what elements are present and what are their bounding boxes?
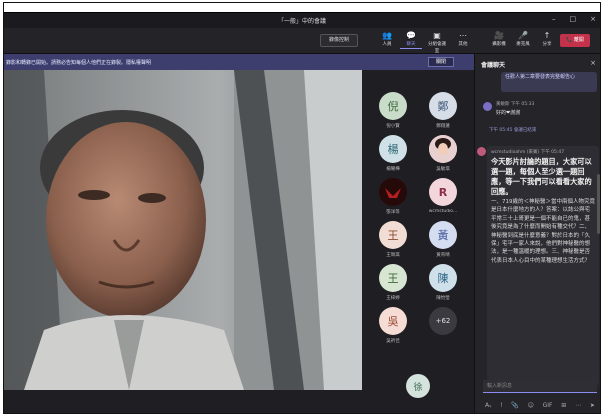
message-input[interactable]: 輸入新訊息 <box>483 380 597 393</box>
sticker-icon[interactable]: ⊞ <box>561 402 566 409</box>
avatar: 王 <box>379 221 407 249</box>
participant-tile[interactable]: 王 王梓婷 <box>368 264 418 301</box>
message-sender: wcmstudioahm (來賓) 下午 05:47 <box>491 150 565 155</box>
maximize-icon[interactable]: □ <box>570 15 577 23</box>
participant-tile[interactable]: 吳敏琪 <box>418 135 468 172</box>
camera-icon: 🎥 <box>494 31 504 40</box>
more-participants-tile[interactable]: +62 <box>418 307 468 335</box>
participant-name: 吳敏琪 <box>436 167 450 172</box>
gif-icon[interactable]: GIF <box>543 402 553 409</box>
recording-control-button[interactable]: 錄像控制 <box>320 34 358 47</box>
participant-name: 王梓婷 <box>386 296 400 301</box>
banner-close-button[interactable]: 關閉 <box>428 57 454 67</box>
meeting-chat-panel: 會議聊天 × 任歡人第二章要發表完整報告心 黃敏斯 下午 05:33 好的❤謝謝… <box>474 54 600 413</box>
participant-name: 吳祈佳 <box>386 339 400 344</box>
share-icon: ↑ <box>543 31 551 40</box>
mask-photo-icon <box>379 178 407 206</box>
breakout-rooms-button[interactable]: ▣ 分組會議室 <box>426 31 448 55</box>
avatar-photo <box>379 178 407 206</box>
message-card: wcmstudioahm (來賓) 下午 05:47 今天影片討論的題目，大家可… <box>487 146 599 386</box>
breakout-icon: ▣ <box>433 31 441 40</box>
priority-icon[interactable]: ! <box>500 402 502 409</box>
chat-scrollbar[interactable] <box>597 174 600 234</box>
sender-avatar <box>477 147 486 156</box>
participant-tile[interactable]: R wcmstudio... <box>418 178 468 214</box>
meeting-toolbar: 錄像控制 👥 人員 💬 聊天 ▣ 分組會議室 ⋯ 其他 🎥 攝影機 🎤 麥克風 ↑ 分享 📞 … <box>4 28 600 54</box>
composer-toolbar: Aᵧ ! 📎 ☺ GIF ⊞ ⋯ ➤ <box>485 402 595 409</box>
person-photo-icon <box>429 135 457 163</box>
teams-meeting-window: 「一般」中的會議 – □ × 錄像控制 👥 人員 💬 聊天 ▣ 分組會議室 ⋯ 其他 🎥… <box>3 2 601 414</box>
participant-gallery: 倪 倪小賢 鄭 鄭翔蓮 楊 楊曜樺 吳敏琪 張洋等 R wcmstudio... <box>362 70 474 413</box>
message-text: 好的❤謝謝 <box>496 110 521 116</box>
chat-button[interactable]: 💬 聊天 <box>400 31 422 49</box>
participant-name: 陳怡瑩 <box>436 296 450 301</box>
recording-banner: 錄影和轉錄已開始。請務必告知每個人他們正在錄製。隱私權聲明 關閉 <box>4 54 474 70</box>
chat-icon: 💬 <box>406 31 416 40</box>
system-note: 下午 05:45 會議已結束 <box>489 128 537 133</box>
close-chat-icon[interactable]: × <box>590 59 596 67</box>
participant-tile[interactable]: 張洋等 <box>368 178 418 215</box>
avatar: 倪 <box>379 92 407 120</box>
participant-name: 倪小賢 <box>386 124 400 129</box>
share-button[interactable]: ↑ 分享 <box>536 31 558 48</box>
window-controls: – □ × <box>552 15 596 23</box>
participant-name: 張洋等 <box>386 210 400 215</box>
banner-text: 錄影和轉錄已開始。請務必告知每個人他們正在錄製。隱私權聲明 <box>6 59 152 66</box>
avatar: R <box>429 178 457 206</box>
format-icon[interactable]: Aᵧ <box>485 402 491 409</box>
people-button[interactable]: 👥 人員 <box>376 31 398 48</box>
message-highlight-text: 今天影片討論的題目，大家可以選一題，每個人至少選一題回應，等一下我們可以看看大家… <box>491 157 592 196</box>
top-margin <box>4 3 600 13</box>
more-options-icon[interactable]: ⋯ <box>575 402 581 409</box>
avatar: 徐 <box>406 374 430 398</box>
message-body-text: 一、719歲的＜神秘醫＞當中兩個人物究竟是日本什麼地方的人？答案：以誌公與宅平常… <box>491 199 595 264</box>
close-window-icon[interactable]: × <box>590 15 596 23</box>
participant-tile[interactable]: 陳 陳怡瑩 <box>418 264 468 301</box>
participant-tile[interactable]: 倪 倪小賢 <box>368 92 418 129</box>
own-message-bubble: 任歡人第二章要發表完整報告心 <box>501 72 597 92</box>
avatar: 楊 <box>379 135 407 163</box>
more-icon: ⋯ <box>459 31 467 40</box>
avatar: 鄭 <box>429 92 457 120</box>
participant-tile[interactable]: 鄭 鄭翔蓮 <box>418 92 468 129</box>
shared-video <box>4 70 362 390</box>
avatar: 陳 <box>429 264 457 292</box>
participant-name: 鄭翔蓮 <box>436 124 450 129</box>
camera-button[interactable]: 🎥 攝影機 <box>488 31 510 48</box>
participant-tile[interactable]: 黃 黃育晴 <box>418 221 468 258</box>
leave-button[interactable]: 📞 離開 <box>560 34 590 47</box>
participant-name: 楊曜樺 <box>386 167 400 172</box>
avatar: 王 <box>379 264 407 292</box>
attach-icon[interactable]: 📎 <box>511 402 518 409</box>
avatar: 吳 <box>379 307 407 335</box>
avatar: 黃 <box>429 221 457 249</box>
more-participants-count: +62 <box>429 307 457 335</box>
avatar-photo <box>429 135 457 163</box>
message-sender: 黃敏斯 下午 05:33 <box>496 102 535 107</box>
participant-tile[interactable]: 王 王珮琪 <box>368 221 418 258</box>
video-frame <box>4 70 362 390</box>
title-bar: 「一般」中的會議 – □ × <box>4 13 600 28</box>
participant-tile[interactable]: 楊 楊曜樺 <box>368 135 418 172</box>
emoji-icon[interactable]: ☺ <box>528 402 534 409</box>
participant-tile[interactable]: 吳 吳祈佳 <box>368 307 418 344</box>
minimize-icon[interactable]: – <box>552 15 556 23</box>
more-button[interactable]: ⋯ 其他 <box>452 31 474 48</box>
participant-name: wcmstudio... <box>428 209 458 214</box>
people-icon: 👥 <box>382 31 392 40</box>
chat-header: 會議聊天 <box>481 62 506 69</box>
stage-footer <box>4 390 362 413</box>
participant-name: 黃育晴 <box>436 253 450 258</box>
send-icon[interactable]: ➤ <box>590 402 595 409</box>
mic-icon: 🎤 <box>518 31 528 40</box>
participant-name: 王珮琪 <box>386 253 400 258</box>
window-title: 「一般」中的會議 <box>277 18 326 25</box>
self-view-tile[interactable]: 徐 <box>393 374 443 398</box>
mic-button[interactable]: 🎤 麥克風 <box>512 31 534 48</box>
sender-avatar <box>483 102 492 111</box>
